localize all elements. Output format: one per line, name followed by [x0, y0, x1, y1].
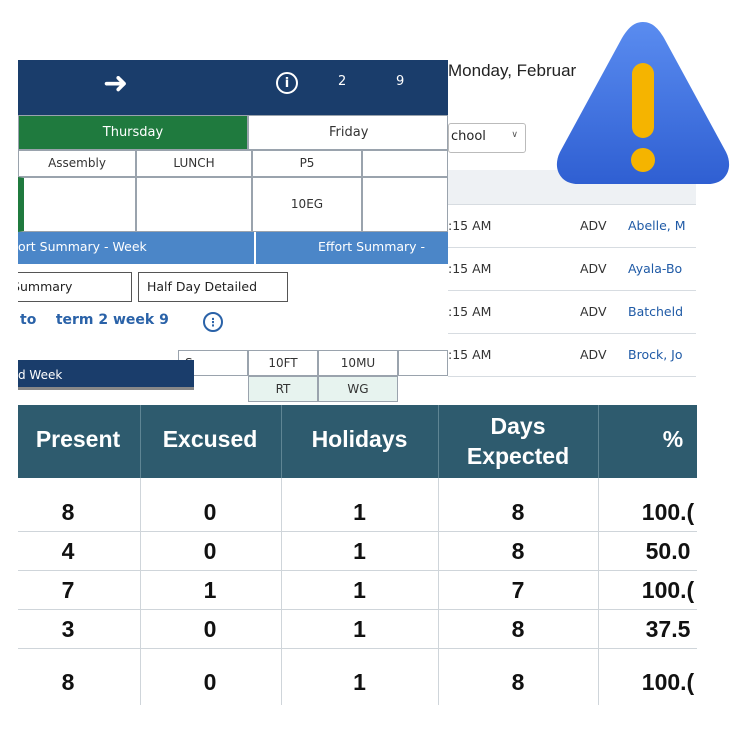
cell-days-expected: 8: [511, 499, 525, 525]
term-selector[interactable]: to term 2 week 9: [20, 312, 169, 328]
cell-percent: 100.(: [641, 499, 695, 525]
cell-days-expected: 7: [511, 577, 525, 603]
header-expected-line: Expected: [466, 443, 570, 469]
header-present: Present: [35, 426, 121, 452]
half-day-detailed-button[interactable]: Half Day Detailed: [138, 272, 288, 302]
cell-excused: 0: [203, 616, 217, 642]
attendance-code: ADV: [580, 261, 607, 276]
cell-present: 7: [61, 577, 75, 603]
timetable-toolbar: ➜ i 2 9: [18, 60, 448, 115]
timetable-cell-class[interactable]: 10EG: [252, 177, 362, 232]
timetable-panel: ➜ i 2 9 Thursday Friday Assembly LUNCH P…: [18, 60, 448, 405]
stats-table-header: Present Excused Holidays Days Expected %: [18, 405, 697, 478]
attendance-time: :15 AM: [448, 347, 492, 362]
next-arrow-icon[interactable]: ➜: [103, 66, 128, 101]
class-cell-rt[interactable]: RT: [248, 376, 318, 402]
day-header-friday[interactable]: Friday: [248, 115, 448, 150]
attendance-row[interactable]: :15 AM ADV Batcheld: [448, 291, 696, 334]
cell-present: 4: [61, 538, 75, 564]
timetable-cell[interactable]: [18, 177, 136, 232]
header-percent: %: [662, 426, 684, 452]
attendance-row[interactable]: :15 AM ADV Ayala-Bo: [448, 248, 696, 291]
attendance-code: ADV: [580, 304, 607, 319]
cell-percent: 37.5: [645, 616, 691, 642]
period-p5: P5: [252, 150, 362, 177]
warning-triangle-icon: [548, 8, 738, 198]
cell-days-expected: 8: [511, 616, 525, 642]
attendance-code: ADV: [580, 347, 607, 362]
period-lunch: LUNCH: [136, 150, 252, 177]
class-column-empty: [398, 350, 448, 376]
cell-excused: 0: [203, 669, 217, 695]
attendance-stats-table: Present Excused Holidays Days Expected %…: [18, 405, 697, 705]
table-row: 8 0 1 8 100.(: [18, 493, 697, 532]
student-name-link[interactable]: Brock, Jo: [628, 347, 682, 362]
cell-excused: 1: [203, 577, 217, 603]
attendance-row[interactable]: :15 AM ADV Abelle, M: [448, 205, 696, 248]
attendance-time: :15 AM: [448, 218, 492, 233]
cell-present: 8: [61, 669, 75, 695]
header-holidays: Holidays: [311, 426, 408, 452]
day-summary-button[interactable]: ay Summary: [18, 272, 132, 302]
column-divider: [281, 478, 282, 705]
column-divider: [438, 478, 439, 705]
term-label: term 2 week 9: [55, 312, 169, 328]
period-assembly: Assembly: [18, 150, 136, 177]
class-column-10ft: 10FT: [248, 350, 318, 376]
chevron-down-icon: ∨: [511, 130, 518, 140]
effort-summary-week-tab[interactable]: ort Summary - Week: [18, 232, 147, 262]
divider: [254, 232, 256, 264]
header-days-expected: Days Expected: [438, 411, 598, 471]
column-divider: [598, 478, 599, 705]
attendance-code: ADV: [580, 218, 607, 233]
timetable-cell[interactable]: [362, 177, 448, 232]
table-row: 3 0 1 8 37.5: [18, 610, 697, 649]
header-excused: Excused: [162, 426, 258, 452]
attendance-row[interactable]: :15 AM ADV Brock, Jo: [448, 334, 696, 377]
attendance-time: :15 AM: [448, 304, 492, 319]
cell-days-expected: 8: [511, 538, 525, 564]
attendance-time: :15 AM: [448, 261, 492, 276]
cell-present: 8: [61, 499, 75, 525]
cell-holidays: 1: [353, 616, 366, 642]
cell-percent: 50.0: [645, 538, 691, 564]
student-name-link[interactable]: Ayala-Bo: [628, 261, 682, 276]
cell-percent: 100.(: [641, 669, 695, 695]
cell-holidays: 1: [353, 669, 366, 695]
school-select[interactable]: chool ∨: [448, 123, 526, 153]
header-days-line: Days: [490, 413, 546, 439]
cell-holidays: 1: [353, 499, 366, 525]
cell-present: 3: [61, 616, 75, 642]
period-empty: [362, 150, 448, 177]
table-row: 8 0 1 8 100.(: [18, 649, 697, 705]
effort-summary-bar: ort Summary - Week Effort Summary -: [18, 232, 448, 264]
school-select-value: chool: [451, 129, 486, 144]
cell-days-expected: 8: [511, 669, 525, 695]
cell-excused: 0: [203, 538, 217, 564]
term-prefix: to: [20, 312, 37, 328]
info-icon[interactable]: i: [276, 72, 298, 94]
cell-excused: 0: [203, 499, 217, 525]
nav-number-1: 2: [338, 74, 347, 89]
context-menu-item[interactable]: d Week: [18, 360, 194, 390]
table-row: 7 1 1 7 100.(: [18, 571, 697, 610]
cell-holidays: 1: [353, 577, 366, 603]
effort-summary-tab[interactable]: Effort Summary -: [318, 232, 425, 262]
vertical-dots-icon[interactable]: ⋮: [203, 312, 223, 332]
column-divider: [140, 478, 141, 705]
student-name-link[interactable]: Abelle, M: [628, 218, 686, 233]
class-column-10mu: 10MU: [318, 350, 398, 376]
class-cell-wg[interactable]: WG: [318, 376, 398, 402]
day-header-thursday[interactable]: Thursday: [18, 115, 248, 150]
table-row: 4 0 1 8 50.0: [18, 532, 697, 571]
cell-holidays: 1: [353, 538, 366, 564]
nav-number-2: 9: [396, 74, 405, 89]
cell-percent: 100.(: [641, 577, 695, 603]
student-name-link[interactable]: Batcheld: [628, 304, 683, 319]
timetable-cell[interactable]: [136, 177, 252, 232]
